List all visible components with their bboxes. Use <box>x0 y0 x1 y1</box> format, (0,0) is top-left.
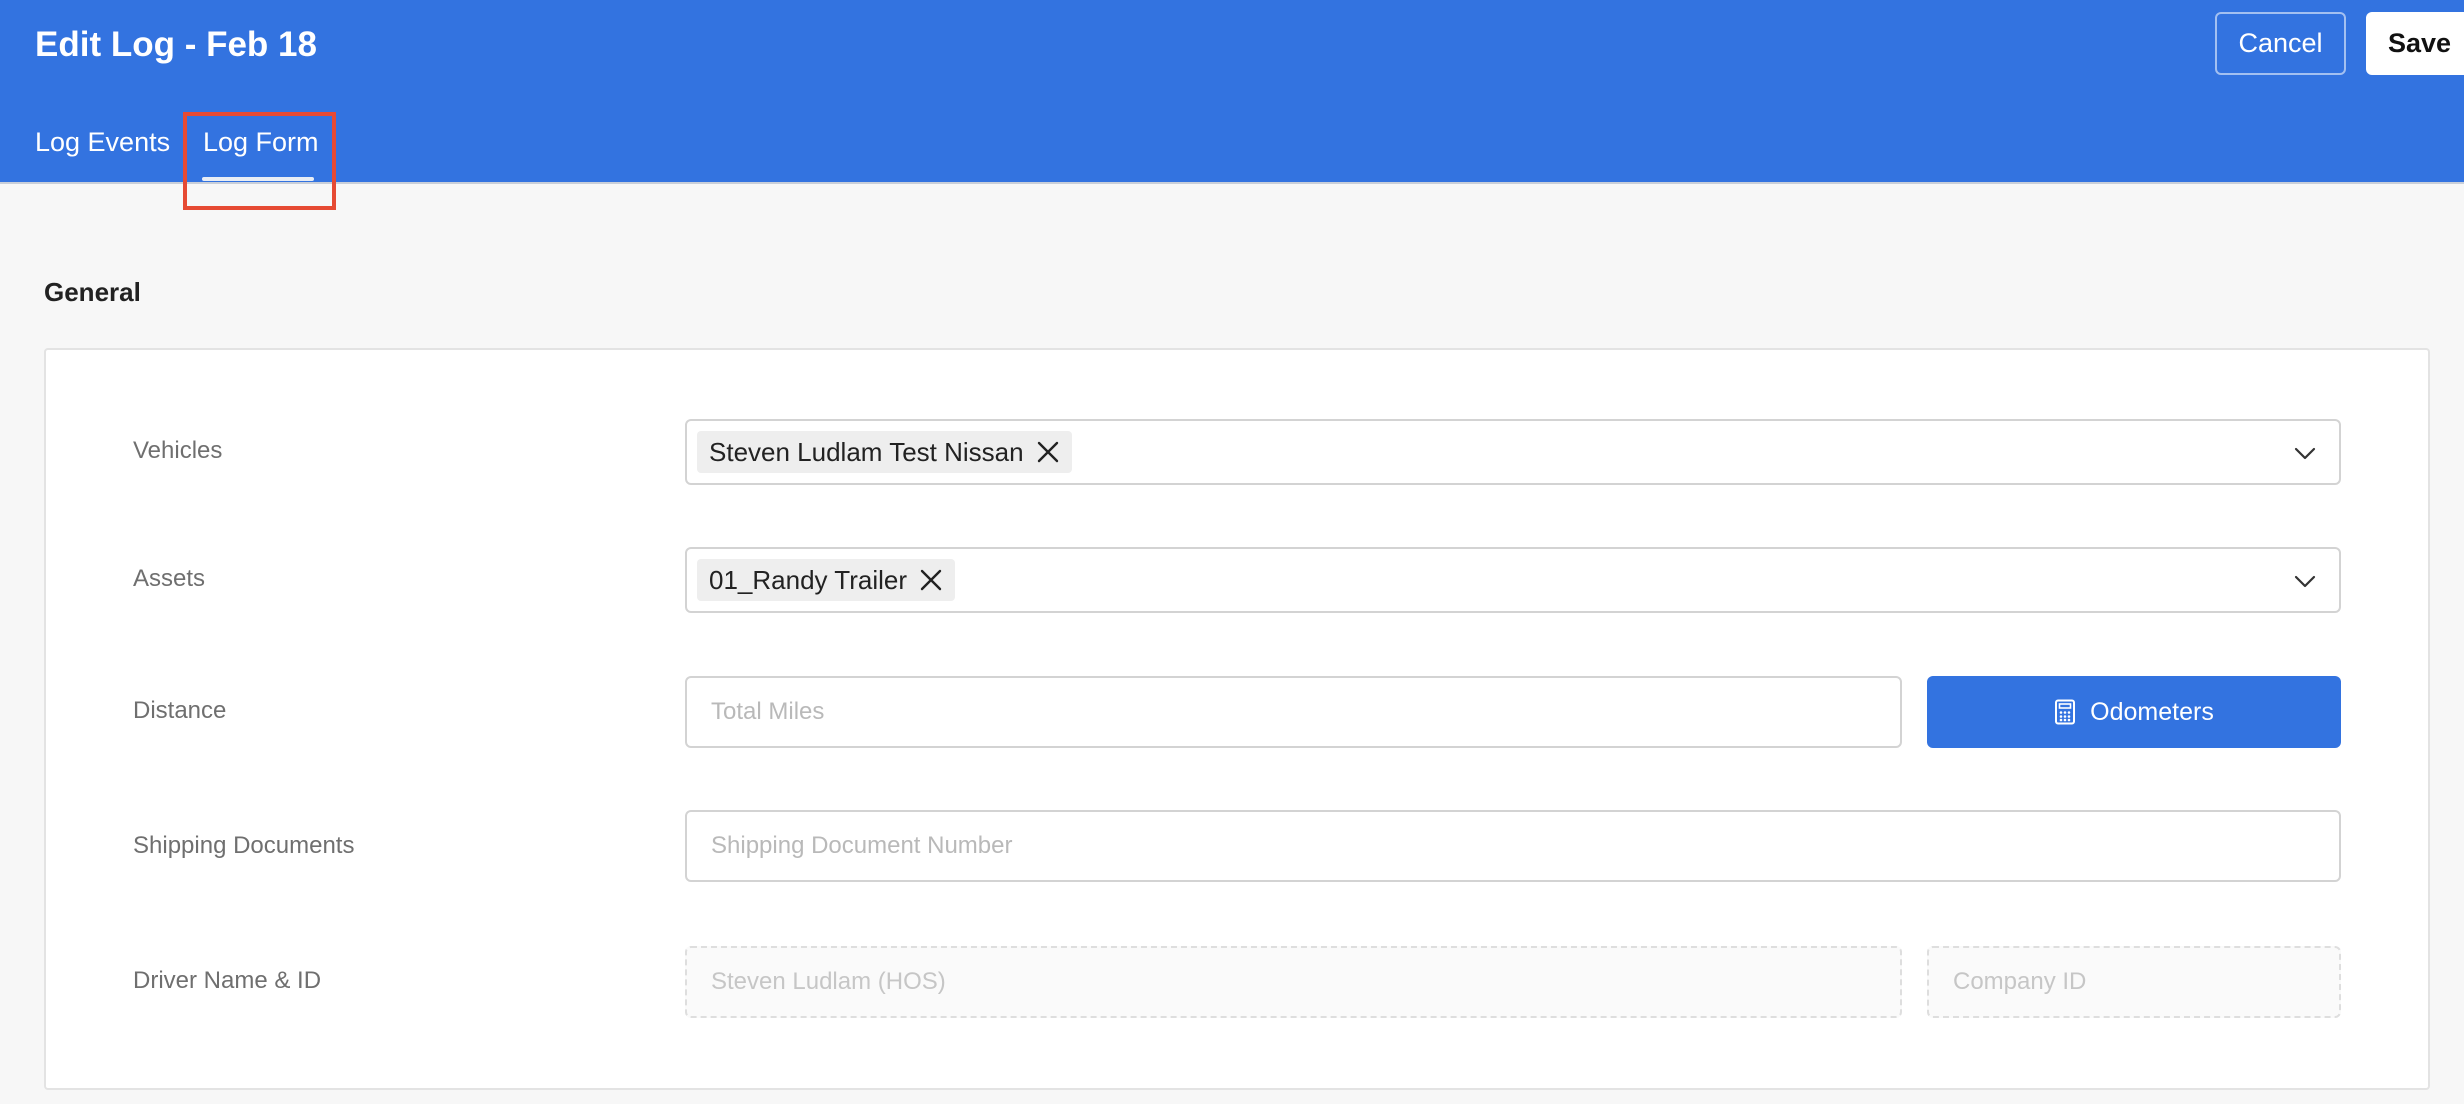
vehicles-multiselect[interactable]: Steven Ludlam Test Nissan <box>685 419 2341 485</box>
vehicle-chip: Steven Ludlam Test Nissan <box>697 431 1072 473</box>
remove-vehicle-icon[interactable] <box>1036 440 1060 464</box>
driver-name-id-label: Driver Name & ID <box>133 967 322 994</box>
total-miles-input[interactable] <box>685 676 1902 748</box>
driver-name-input <box>685 946 1902 1018</box>
tab-log-form[interactable]: Log Form <box>203 122 319 162</box>
distance-label: Distance <box>133 697 227 724</box>
assets-multiselect[interactable]: 01_Randy Trailer <box>685 547 2341 613</box>
calculator-icon <box>2055 699 2076 725</box>
tab-log-events[interactable]: Log Events <box>35 122 170 162</box>
odometers-button[interactable]: Odometers <box>1927 676 2341 748</box>
asset-chip-label: 01_Randy Trailer <box>709 564 907 595</box>
chevron-down-icon[interactable] <box>2293 569 2317 593</box>
chevron-down-icon[interactable] <box>2293 441 2317 465</box>
shipping-documents-label: Shipping Documents <box>133 832 355 859</box>
save-button[interactable]: Save <box>2366 12 2464 75</box>
company-id-input <box>1927 946 2341 1018</box>
vehicles-label: Vehicles <box>133 437 223 464</box>
section-title-general: General <box>44 277 141 307</box>
odometers-button-label: Odometers <box>2090 697 2214 726</box>
vehicle-chip-label: Steven Ludlam Test Nissan <box>709 436 1024 467</box>
header-bar: Edit Log - Feb 18 Cancel Save Log Events… <box>0 0 2464 184</box>
remove-asset-icon[interactable] <box>919 568 943 592</box>
cancel-button[interactable]: Cancel <box>2215 12 2346 75</box>
asset-chip: 01_Randy Trailer <box>697 559 955 601</box>
shipping-document-input[interactable] <box>685 810 2341 882</box>
assets-label: Assets <box>133 565 206 592</box>
active-tab-indicator <box>202 177 314 181</box>
page-title: Edit Log - Feb 18 <box>35 25 317 64</box>
